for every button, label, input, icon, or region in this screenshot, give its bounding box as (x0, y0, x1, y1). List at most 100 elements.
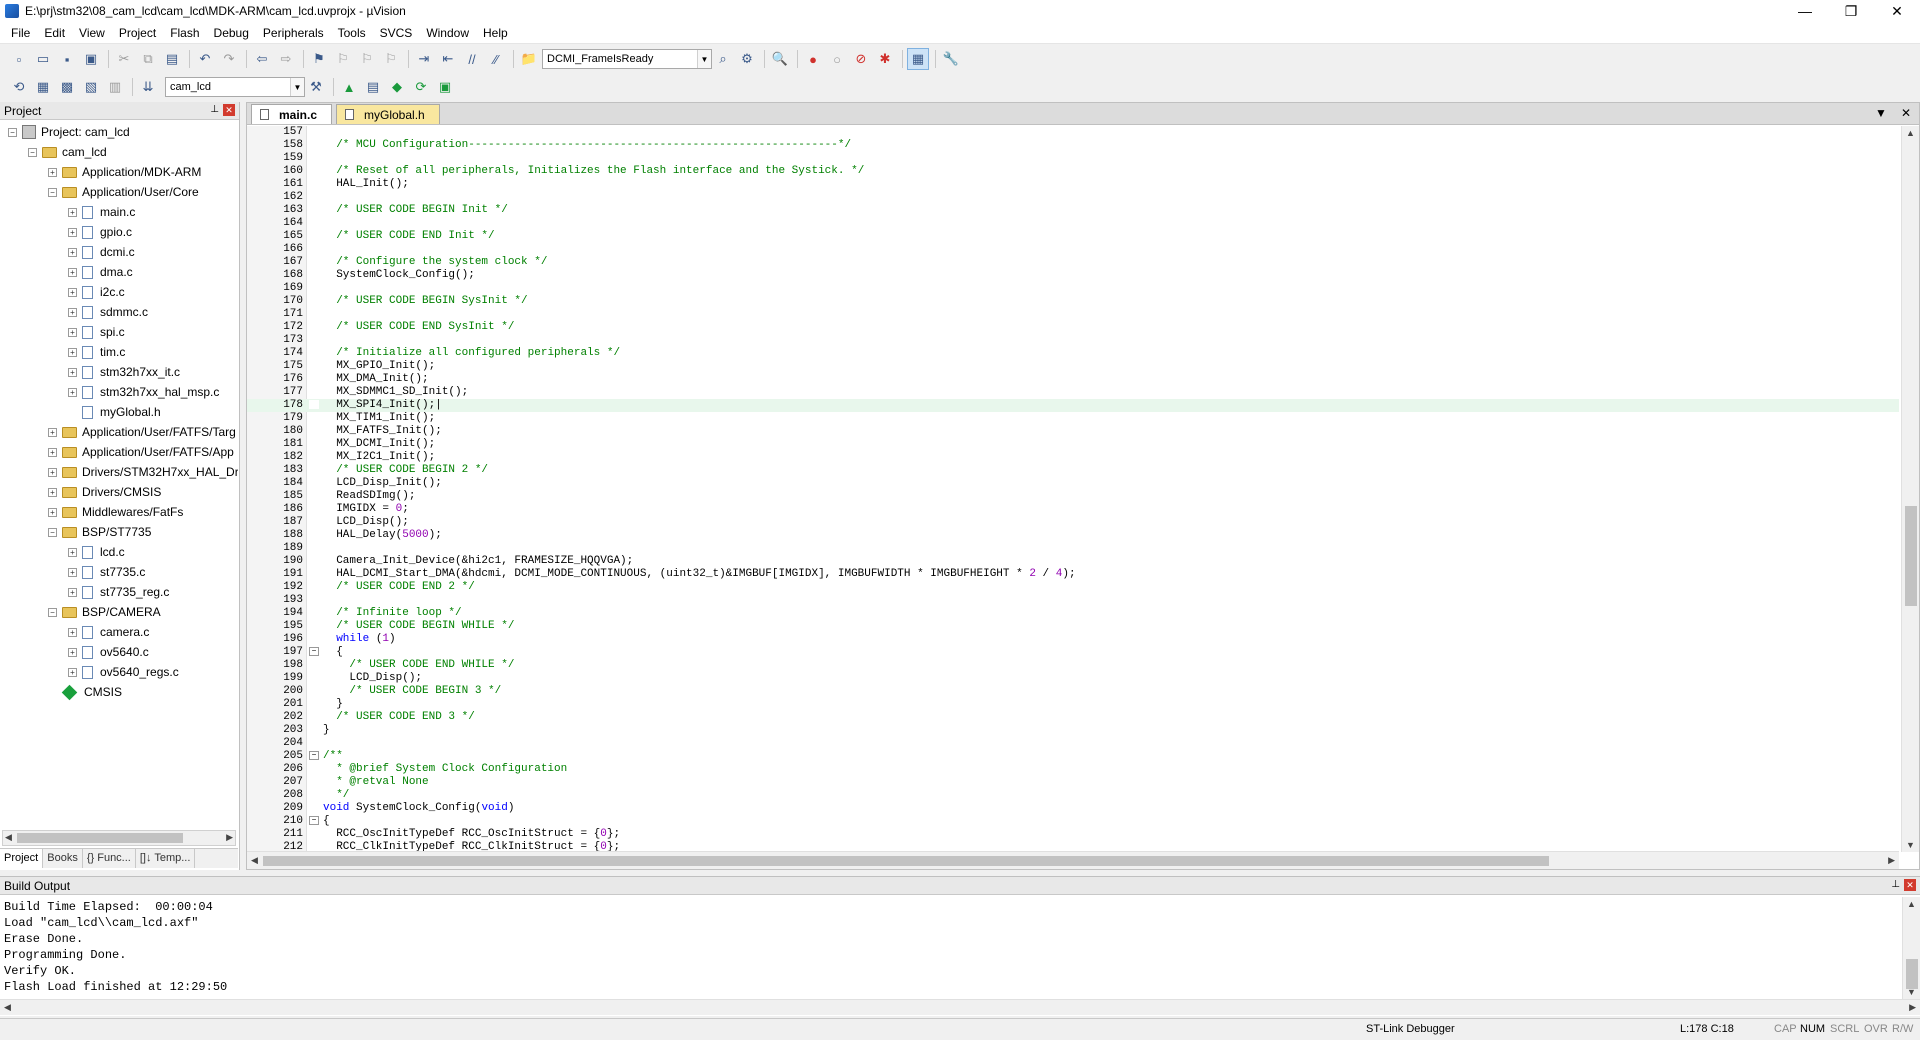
code-line[interactable]: 204 (247, 737, 1899, 750)
expand-icon[interactable]: + (68, 327, 77, 337)
expand-icon[interactable]: + (48, 507, 57, 517)
code-line[interactable]: 175 MX_GPIO_Init(); (247, 360, 1899, 373)
editor-horizontal-scrollbar[interactable]: ◀ ▶ (247, 851, 1899, 869)
code-line[interactable]: 158 /* MCU Configuration----------------… (247, 139, 1899, 152)
download-load-icon[interactable]: ⇊ (137, 76, 159, 98)
rebuild-icon[interactable]: ▩ (56, 76, 78, 98)
cut-icon[interactable]: ✂ (113, 48, 135, 70)
expand-icon[interactable]: + (68, 647, 77, 657)
expand-icon[interactable]: + (68, 587, 77, 597)
code-line[interactable]: 197− { (247, 646, 1899, 659)
scroll-right-icon[interactable]: ▶ (226, 832, 233, 843)
tree-node[interactable]: + ov5640.c (68, 642, 149, 662)
save-all-icon[interactable]: ▣ (80, 48, 102, 70)
code-line[interactable]: 160 /* Reset of all peripherals, Initial… (247, 165, 1899, 178)
manage-multi-project-icon[interactable]: ▤ (362, 76, 384, 98)
collapse-icon[interactable]: − (28, 147, 37, 157)
tree-node[interactable]: CMSIS (48, 682, 122, 702)
pin-icon[interactable]: ⊥ (210, 104, 219, 116)
menu-tools[interactable]: Tools (331, 26, 373, 40)
comment-icon[interactable]: // (461, 48, 483, 70)
tree-node[interactable]: + Drivers/CMSIS (48, 482, 161, 502)
fold-collapse-icon[interactable]: − (309, 815, 319, 825)
tree-node[interactable]: + i2c.c (68, 282, 125, 302)
code-line[interactable]: 208 */ (247, 789, 1899, 802)
menu-svcs[interactable]: SVCS (373, 26, 420, 40)
code-line[interactable]: 174 /* Initialize all configured periphe… (247, 347, 1899, 360)
code-line[interactable]: 184 LCD_Disp_Init(); (247, 477, 1899, 490)
code-line[interactable]: 183 /* USER CODE BEGIN 2 */ (247, 464, 1899, 477)
expand-icon[interactable]: + (68, 267, 77, 277)
code-line[interactable]: 207 * @retval None (247, 776, 1899, 789)
code-line[interactable]: 171 (247, 308, 1899, 321)
expand-icon[interactable]: + (68, 247, 77, 257)
code-line[interactable]: 195 /* USER CODE BEGIN WHILE */ (247, 620, 1899, 633)
tree-node[interactable]: + Application/User/FATFS/Targ (48, 422, 236, 442)
code-line[interactable]: 209 void SystemClock_Config(void) (247, 802, 1899, 815)
breakpoint-disable-all-icon[interactable]: ⊘ (850, 48, 872, 70)
tree-node[interactable]: − BSP/CAMERA (48, 602, 161, 622)
collapse-icon[interactable]: − (48, 607, 57, 617)
code-line[interactable]: 210−{ (247, 815, 1899, 828)
code-line[interactable]: 179 MX_TIM1_Init(); (247, 412, 1899, 425)
code-line[interactable]: 200 /* USER CODE BEGIN 3 */ (247, 685, 1899, 698)
editor-vertical-scrollbar[interactable]: ▲ ▼ (1901, 126, 1919, 852)
scrollbar-thumb[interactable] (1905, 506, 1917, 606)
manage-project-items-icon[interactable]: ▲ (338, 76, 360, 98)
manage-rte-icon[interactable]: ◆ (386, 76, 408, 98)
tree-node[interactable]: − cam_lcd (28, 142, 107, 162)
navigate-forward-icon[interactable]: ⇨ (275, 48, 297, 70)
expand-icon[interactable]: + (68, 287, 77, 297)
close-icon[interactable]: ✕ (223, 104, 235, 116)
code-line[interactable]: 177 MX_SDMMC1_SD_Init(); (247, 386, 1899, 399)
code-line[interactable]: 180 MX_FATFS_Init(); (247, 425, 1899, 438)
bookmark-next-icon[interactable]: ⚐ (356, 48, 378, 70)
code-line[interactable]: 193 (247, 594, 1899, 607)
fold-collapse-icon[interactable]: − (309, 646, 319, 656)
tree-node[interactable]: + Application/User/FATFS/App (48, 442, 234, 462)
redo-icon[interactable]: ↷ (218, 48, 240, 70)
scroll-left-icon[interactable]: ◀ (251, 855, 258, 866)
code-line[interactable]: 165 /* USER CODE END Init */ (247, 230, 1899, 243)
code-line[interactable]: 198 /* USER CODE END WHILE */ (247, 659, 1899, 672)
code-line[interactable]: 188 HAL_Delay(5000); (247, 529, 1899, 542)
indent-icon[interactable]: ⇥ (413, 48, 435, 70)
scroll-right-icon[interactable]: ▶ (1909, 1002, 1916, 1013)
close-tab-icon[interactable]: ✕ (1901, 106, 1911, 120)
new-file-icon[interactable]: ▫ (8, 48, 30, 70)
paste-icon[interactable]: ▤ (161, 48, 183, 70)
debug-session-icon[interactable]: 🔍 (769, 48, 791, 70)
code-line[interactable]: 168 SystemClock_Config(); (247, 269, 1899, 282)
select-packs-icon[interactable]: ⟳ (410, 76, 432, 98)
menu-file[interactable]: File (4, 26, 37, 40)
tree-node[interactable]: + Middlewares/FatFs (48, 502, 183, 522)
tab-books[interactable]: Books (43, 849, 83, 868)
collapse-icon[interactable]: − (48, 187, 57, 197)
code-line[interactable]: 169 (247, 282, 1899, 295)
collapse-icon[interactable]: − (8, 127, 17, 137)
code-line[interactable]: 182 MX_I2C1_Init(); (247, 451, 1899, 464)
scroll-down-icon[interactable]: ▼ (1906, 840, 1915, 850)
close-icon[interactable]: ✕ (1904, 879, 1916, 891)
tree-node[interactable]: + camera.c (68, 622, 149, 642)
menu-flash[interactable]: Flash (163, 26, 206, 40)
tree-node[interactable]: − Project: cam_lcd (8, 122, 130, 142)
code-line[interactable]: 163 /* USER CODE BEGIN Init */ (247, 204, 1899, 217)
batch-build-icon[interactable]: ▧ (80, 76, 102, 98)
code-line[interactable]: 176 MX_DMA_Init(); (247, 373, 1899, 386)
menu-edit[interactable]: Edit (37, 26, 72, 40)
scroll-down-icon[interactable]: ▼ (1907, 987, 1916, 997)
scroll-right-icon[interactable]: ▶ (1888, 855, 1895, 866)
expand-icon[interactable]: + (48, 427, 57, 437)
tree-node[interactable]: + stm32h7xx_hal_msp.c (68, 382, 219, 402)
code-line[interactable]: 211 RCC_OscInitTypeDef RCC_OscInitStruct… (247, 828, 1899, 841)
code-line[interactable]: 191 HAL_DCMI_Start_DMA(&hdcmi, DCMI_MODE… (247, 568, 1899, 581)
code-line[interactable]: 203} (247, 724, 1899, 737)
tab-main-c[interactable]: main.c (251, 104, 333, 124)
code-line[interactable]: 161 HAL_Init(); (247, 178, 1899, 191)
tree-node[interactable]: + spi.c (68, 322, 125, 342)
scroll-up-icon[interactable]: ▲ (1906, 128, 1915, 138)
collapse-icon[interactable]: − (48, 527, 57, 537)
expand-icon[interactable]: + (68, 627, 77, 637)
build-icon[interactable]: ▦ (32, 76, 54, 98)
